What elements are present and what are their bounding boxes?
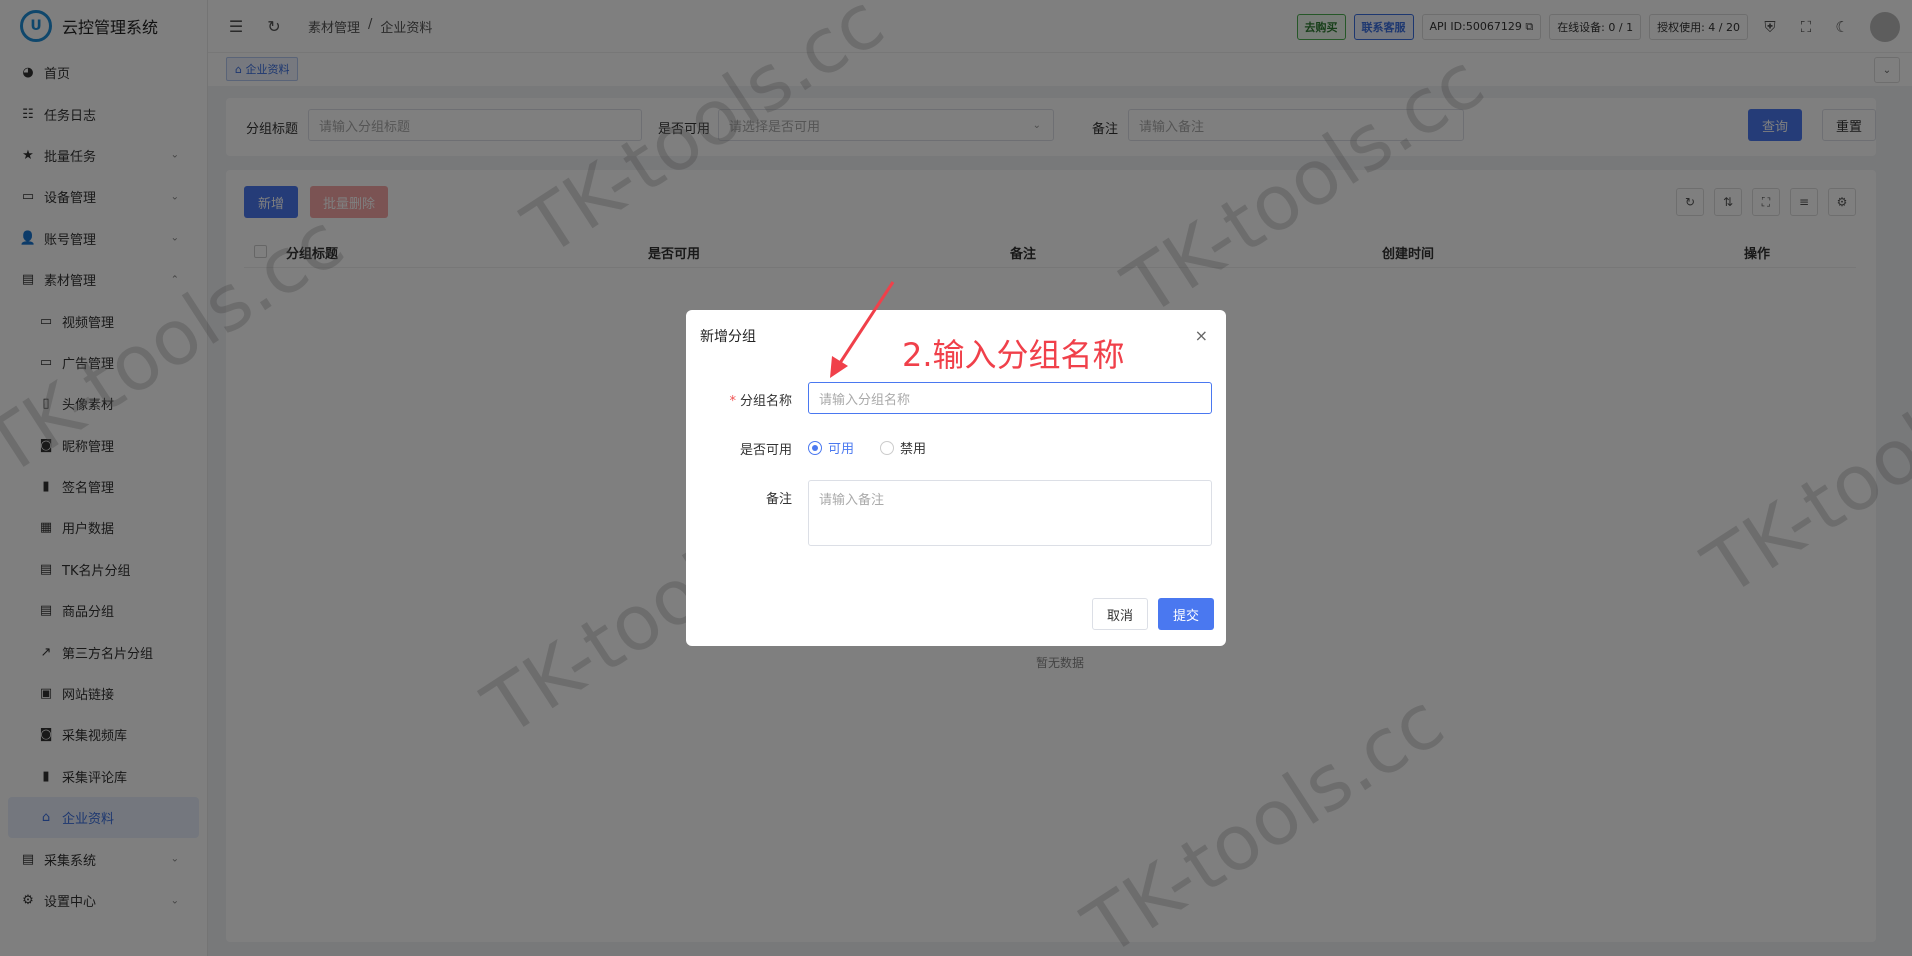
radio-checked-icon	[808, 440, 822, 455]
required-mark: *	[729, 394, 736, 409]
remark-textarea[interactable]: 请输入备注	[808, 480, 1212, 546]
radio-disabled-label: 禁用	[900, 442, 927, 457]
annotation-text: 2.输入分组名称	[902, 336, 1125, 374]
submit-button[interactable]: 提交	[1158, 598, 1214, 630]
radio-disabled[interactable]: 禁用	[880, 438, 926, 457]
close-icon[interactable]: ×	[1195, 326, 1208, 345]
radio-enabled-label: 可用	[828, 442, 855, 457]
group-name-label-text: 分组名称	[739, 394, 792, 409]
radio-enabled[interactable]: 可用	[808, 438, 854, 457]
modal-title: 新增分组	[700, 329, 756, 345]
available-label: 是否可用	[739, 443, 792, 458]
radio-unchecked-icon	[880, 440, 895, 455]
available-radio-group: 可用 禁用	[808, 438, 926, 457]
cancel-button[interactable]: 取消	[1092, 598, 1148, 630]
group-name-input[interactable]: 请输入分组名称	[808, 382, 1212, 414]
remark-label: 备注	[765, 492, 792, 507]
group-name-label: * 分组名称	[702, 390, 792, 409]
